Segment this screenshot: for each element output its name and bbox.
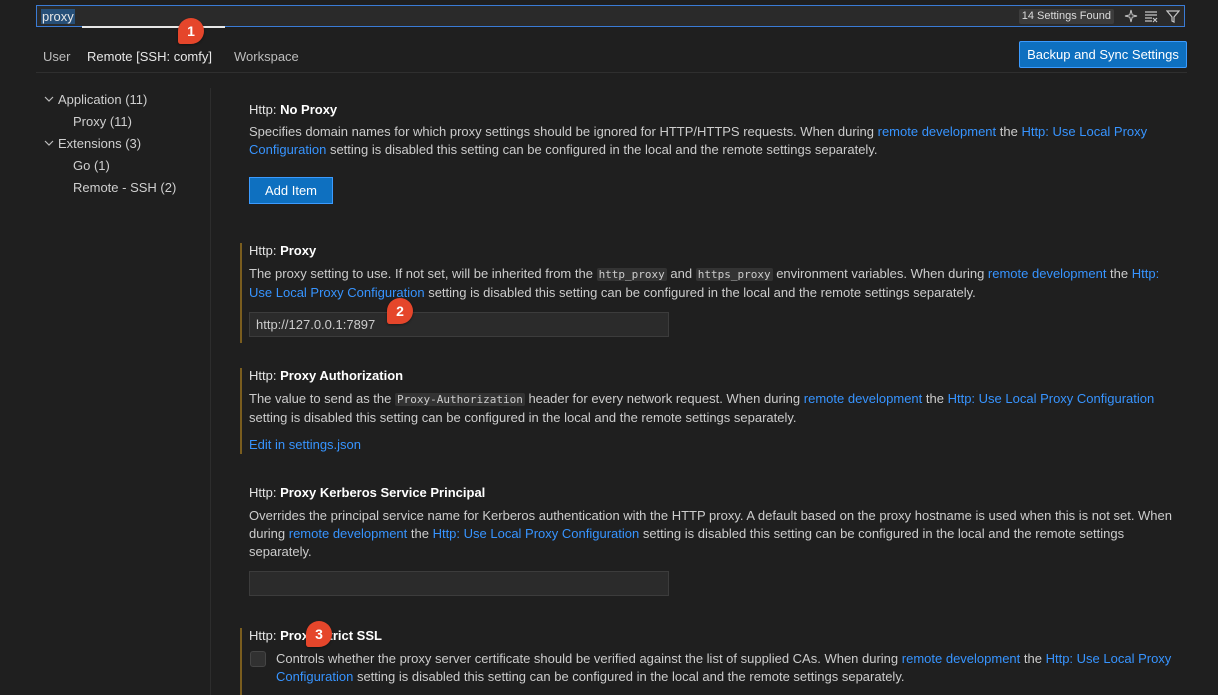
- chevron-down-icon: [44, 138, 58, 151]
- proxy-kerberos-input[interactable]: [249, 571, 669, 596]
- annotation-badge-3: 3: [306, 621, 332, 647]
- tab-user[interactable]: User: [43, 49, 70, 64]
- toc-item-extensions[interactable]: Extensions (3): [44, 136, 141, 151]
- modified-indicator: [240, 368, 242, 454]
- proxy-strict-ssl-checkbox[interactable]: [250, 651, 266, 667]
- add-item-button[interactable]: Add Item: [249, 177, 333, 204]
- filter-icon[interactable]: [1165, 9, 1181, 23]
- results-count-badge: 14 Settings Found: [1018, 9, 1114, 24]
- setting-proxy-authorization: Http: Proxy Authorization The value to s…: [240, 368, 1180, 454]
- setting-description: The value to send as the Proxy-Authoriza…: [249, 391, 1155, 425]
- toc-item-remote-ssh[interactable]: Remote - SSH (2): [73, 180, 176, 195]
- toc-divider: [210, 88, 211, 695]
- chevron-down-icon: [44, 94, 58, 107]
- remote-development-link[interactable]: remote development: [878, 124, 997, 139]
- annotation-badge-2: 2: [387, 298, 413, 324]
- setting-title: Http: Proxy: [249, 243, 317, 258]
- setting-description: Specifies domain names for which proxy s…: [249, 124, 1148, 157]
- proxy-input[interactable]: http://127.0.0.1:7897: [249, 312, 669, 337]
- setting-description: Controls whether the proxy server certif…: [276, 651, 1172, 684]
- remote-development-link[interactable]: remote development: [804, 391, 923, 406]
- setting-title: Http: Proxy Authorization: [249, 368, 404, 383]
- remote-development-link[interactable]: remote development: [902, 651, 1021, 666]
- setting-proxy: Http: Proxy The proxy setting to use. If…: [240, 243, 1180, 343]
- clear-filter-icon[interactable]: [1144, 9, 1158, 23]
- modified-indicator: [240, 243, 242, 343]
- code-https-proxy: https_proxy: [695, 268, 773, 281]
- settings-search-input[interactable]: proxy 14 Settings Found: [36, 5, 1185, 27]
- toc-item-application[interactable]: Application (11): [44, 92, 147, 107]
- toc-item-go[interactable]: Go (1): [73, 158, 110, 173]
- setting-no-proxy: Http: No Proxy Specifies domain names fo…: [240, 102, 1180, 212]
- setting-description: Overrides the principal service name for…: [249, 508, 1172, 559]
- tabs-divider: [36, 72, 1187, 73]
- setting-proxy-kerberos: Http: Proxy Kerberos Service Principal O…: [240, 485, 1180, 597]
- toc-item-proxy[interactable]: Proxy (11): [73, 114, 132, 129]
- modified-indicator: [240, 628, 242, 695]
- setting-title: Http: Proxy Kerberos Service Principal: [249, 485, 486, 500]
- tab-remote[interactable]: Remote [SSH: comfy]: [87, 49, 212, 64]
- edit-in-settings-json-link[interactable]: Edit in settings.json: [249, 436, 361, 454]
- code-http-proxy: http_proxy: [596, 268, 667, 281]
- annotation-badge-1: 1: [178, 18, 204, 44]
- remote-development-link[interactable]: remote development: [988, 266, 1107, 281]
- setting-proxy-strict-ssl: Http: Proxy Strict SSL Controls whether …: [240, 628, 1180, 695]
- remote-development-link[interactable]: remote development: [289, 526, 408, 541]
- use-local-proxy-link[interactable]: Http: Use Local Proxy Configuration: [433, 526, 640, 541]
- sparkle-icon[interactable]: [1124, 9, 1138, 23]
- setting-description: The proxy setting to use. If not set, wi…: [249, 266, 1160, 300]
- use-local-proxy-link[interactable]: Http: Use Local Proxy Configuration: [948, 391, 1155, 406]
- code-proxy-authorization: Proxy-Authorization: [394, 393, 525, 406]
- tab-workspace[interactable]: Workspace: [234, 49, 299, 64]
- search-value[interactable]: proxy: [41, 9, 75, 24]
- backup-sync-button[interactable]: Backup and Sync Settings: [1019, 41, 1187, 68]
- setting-title: Http: No Proxy: [249, 102, 338, 117]
